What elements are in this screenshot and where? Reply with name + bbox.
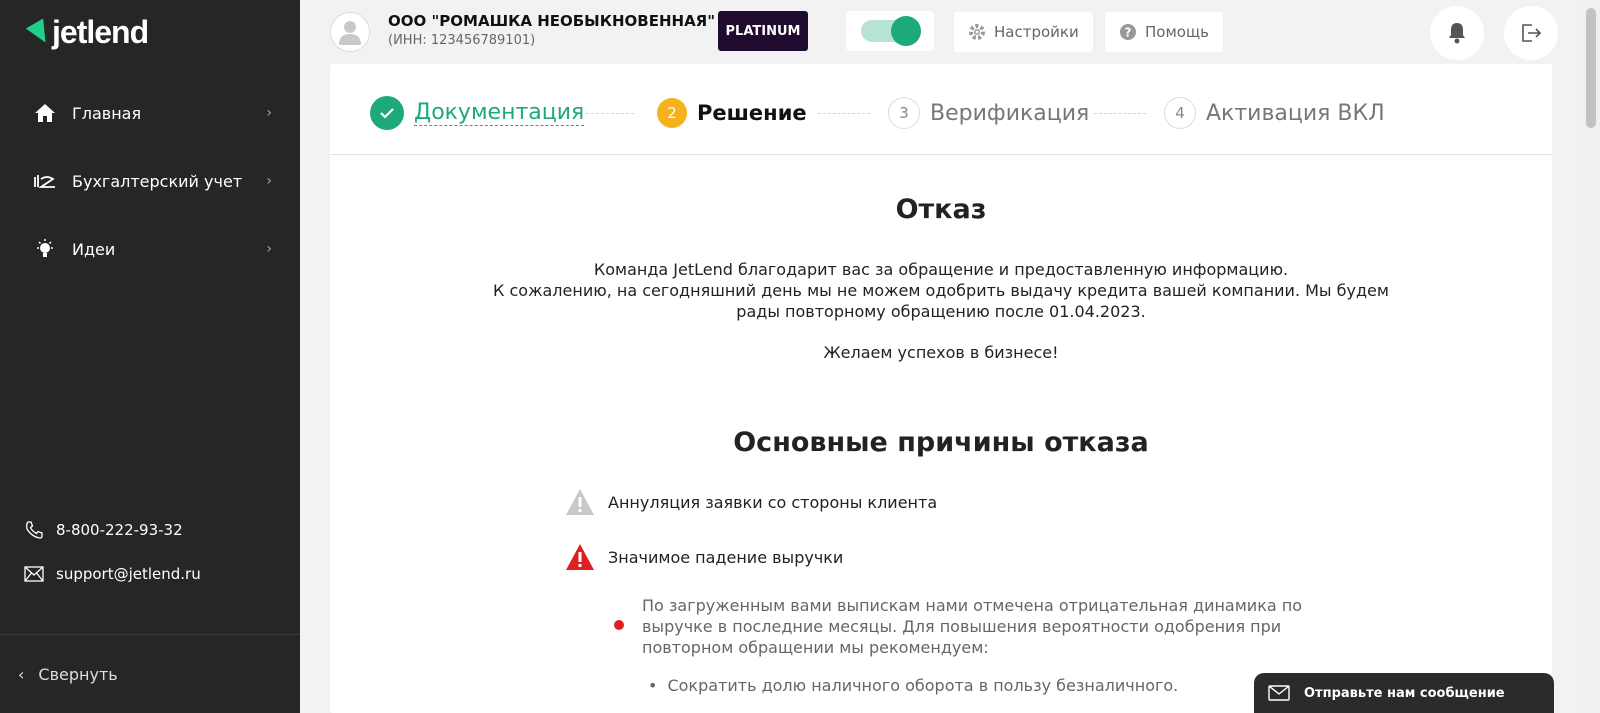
logo-mark-icon xyxy=(25,17,55,48)
avatar[interactable] xyxy=(330,12,370,52)
gear-icon xyxy=(968,23,986,41)
settings-button[interactable]: Настройки xyxy=(954,12,1093,52)
notifications-button[interactable] xyxy=(1430,6,1484,60)
email-address: support@jetlend.ru xyxy=(56,565,201,583)
step-label: Активация ВКЛ xyxy=(1206,100,1385,126)
logout-icon xyxy=(1522,24,1542,42)
company-inn: (ИНН: 123456789101) xyxy=(388,33,536,48)
settings-label: Настройки xyxy=(994,23,1079,41)
status-dot xyxy=(614,620,624,630)
sidebar-item-label: Идеи xyxy=(72,239,116,259)
step-decision: 2 Решение xyxy=(657,96,807,130)
thanks-text: Команда JetLend благодарит вас за обраще… xyxy=(593,260,1289,279)
recommendation-item: • Сократить долю наличного оборота в поль… xyxy=(648,676,1178,695)
checkmark-icon xyxy=(370,96,404,130)
accounting-icon xyxy=(32,168,58,194)
logout-button[interactable] xyxy=(1504,6,1558,60)
recommendation-text: Сократить долю наличного оборота в польз… xyxy=(667,676,1179,695)
reason-text: Значимое падение выручки xyxy=(608,547,844,567)
rejection-text: К сожалению, на сегодняшний день мы не м… xyxy=(493,281,1389,321)
step-label: Верификация xyxy=(930,100,1090,126)
phone-icon xyxy=(22,518,46,542)
step-verification: 3 Верификация xyxy=(888,96,1089,130)
step-number: 4 xyxy=(1164,97,1196,129)
step-divider xyxy=(1094,113,1146,114)
mode-toggle[interactable] xyxy=(861,16,921,46)
help-label: Помощь xyxy=(1145,23,1209,41)
sidebar-item-home[interactable]: Главная › xyxy=(32,93,272,133)
sidebar-item-accounting[interactable]: Бухгалтерский учет › xyxy=(32,161,272,201)
help-button[interactable]: ? Помощь xyxy=(1105,12,1223,52)
chevron-right-icon: › xyxy=(266,105,272,121)
reasons-title: Основные причины отказа xyxy=(733,427,1149,458)
warning-icon xyxy=(564,486,596,518)
help-icon: ? xyxy=(1119,23,1137,41)
sidebar: jetlend Главная › Бухгалтерский учет › И… xyxy=(0,0,300,713)
bullet-mark: • xyxy=(648,676,658,695)
svg-text:?: ? xyxy=(1125,26,1132,40)
step-label: Документация xyxy=(414,100,585,126)
progress-steps: Документация 2 Решение 3 Верификация 4 А… xyxy=(330,64,1552,155)
user-icon xyxy=(339,21,361,45)
platinum-badge: PLATINUM xyxy=(718,11,808,51)
company-name: ООО "РОМАШКА НЕОБЫКНОВЕННАЯ" xyxy=(388,12,716,30)
mode-toggle-container xyxy=(846,11,934,51)
step-number: 3 xyxy=(888,97,920,129)
mail-icon xyxy=(22,562,46,586)
mail-icon xyxy=(1268,685,1290,701)
reason-item: Значимое падение выручки xyxy=(564,541,843,573)
home-icon xyxy=(32,100,58,126)
step-activation: 4 Активация ВКЛ xyxy=(1164,96,1385,130)
toggle-knob xyxy=(891,16,921,46)
chat-label: Отправьте нам сообщение xyxy=(1304,685,1505,701)
company-info: ООО "РОМАШКА НЕОБЫКНОВЕННАЯ" (ИНН: 12345… xyxy=(388,12,715,48)
phone-contact[interactable]: 8-800-222-93-32 xyxy=(22,518,183,542)
step-divider xyxy=(586,113,634,114)
step-documentation[interactable]: Документация xyxy=(370,96,585,130)
sidebar-item-label: Главная xyxy=(72,103,142,123)
lightbulb-icon xyxy=(32,236,58,262)
wish-text: Желаем успехов в бизнесе! xyxy=(823,343,1059,362)
step-number: 2 xyxy=(657,98,687,128)
danger-icon xyxy=(564,541,596,573)
phone-number: 8-800-222-93-32 xyxy=(56,521,183,539)
top-header: ООО "РОМАШКА НЕОБЫКНОВЕННАЯ" (ИНН: 12345… xyxy=(300,0,1582,64)
email-contact[interactable]: support@jetlend.ru xyxy=(22,562,201,586)
collapse-sidebar-button[interactable]: ‹ Свернуть xyxy=(0,634,300,713)
chevron-left-icon: ‹ xyxy=(18,664,25,684)
collapse-label: Свернуть xyxy=(38,664,118,684)
bell-icon xyxy=(1449,23,1465,44)
chevron-right-icon: › xyxy=(266,173,272,189)
main-content-card: Документация 2 Решение 3 Верификация 4 А… xyxy=(330,64,1552,713)
logo-text: jetlend xyxy=(52,14,149,50)
sidebar-item-label: Бухгалтерский учет xyxy=(72,171,243,191)
reason-text: Аннуляция заявки со стороны клиента xyxy=(608,492,938,512)
scrollbar-thumb[interactable] xyxy=(1586,8,1596,128)
reason-detail: По загруженным вами выпискам нами отмече… xyxy=(642,596,1302,657)
reason-item: Аннуляция заявки со стороны клиента xyxy=(564,486,937,518)
step-label: Решение xyxy=(697,101,807,125)
page-title: Отказ xyxy=(895,194,987,225)
page-scrollbar[interactable] xyxy=(1582,0,1600,713)
step-divider xyxy=(818,113,870,114)
chevron-right-icon: › xyxy=(266,241,272,257)
chat-widget-button[interactable]: Отправьте нам сообщение xyxy=(1254,673,1554,713)
sidebar-item-ideas[interactable]: Идеи › xyxy=(32,229,272,269)
jetlend-logo[interactable]: jetlend xyxy=(25,14,149,51)
